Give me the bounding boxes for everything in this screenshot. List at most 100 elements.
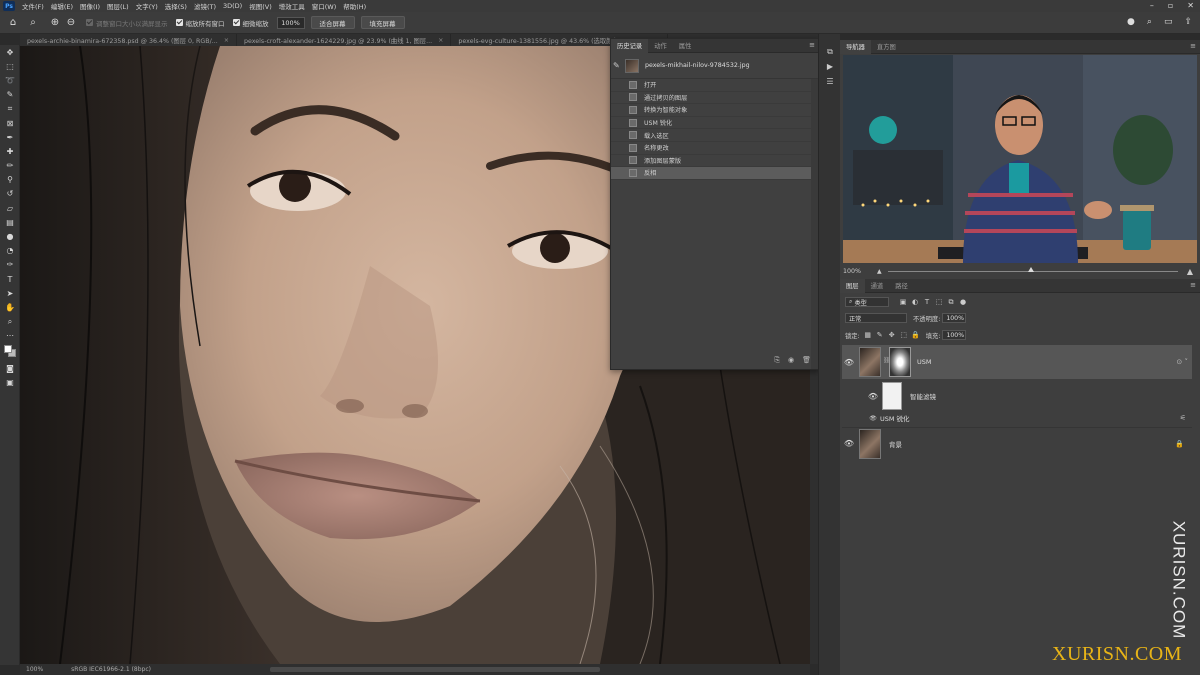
history-step[interactable]: 载入选区 — [611, 129, 819, 142]
panel-menu-icon[interactable]: ≡ — [1190, 42, 1196, 50]
filter-type-icon[interactable]: T — [923, 298, 931, 306]
zoom-out-small-icon[interactable]: ▲ — [877, 268, 882, 275]
share-icon[interactable]: ⇪ — [1184, 17, 1192, 27]
move-tool-icon[interactable]: ✥ — [0, 45, 20, 59]
filter-adjustment-icon[interactable]: ◐ — [911, 298, 919, 306]
history-step[interactable]: 添加图层蒙版 — [611, 155, 819, 168]
panel-menu-icon[interactable]: ≡ — [1190, 281, 1196, 289]
resize-windows-checkbox[interactable] — [86, 19, 93, 26]
tab-navigator[interactable]: 导航器 — [840, 39, 871, 54]
history-snapshot[interactable]: ✎ pexels-mikhail-nilov-9784532.jpg — [611, 53, 819, 79]
zoom-all-windows-option[interactable]: 缩放所有窗口 — [175, 18, 225, 28]
menu-edit[interactable]: 编辑(E) — [51, 1, 73, 11]
navigator-preview[interactable] — [843, 55, 1197, 263]
zoom-percent-field[interactable]: 100% — [276, 16, 305, 29]
foreground-color-swatch[interactable] — [4, 344, 12, 353]
delete-trash-icon[interactable]: 🗑 — [802, 356, 811, 365]
scrubby-zoom-checkbox[interactable] — [232, 19, 240, 26]
scroll-thumb[interactable] — [270, 667, 600, 672]
lock-artboard-icon[interactable]: ⬚ — [900, 331, 908, 339]
status-zoom[interactable]: 100% — [26, 666, 43, 673]
history-step[interactable]: 转换为智能对象 — [611, 104, 819, 117]
smart-filter-mask-thumbnail[interactable] — [882, 382, 902, 410]
frame-tool-icon[interactable]: ⊠ — [0, 116, 20, 130]
close-tab-icon[interactable]: × — [438, 37, 443, 44]
maximize-icon[interactable]: ▫ — [1168, 1, 1173, 10]
new-document-from-state-icon[interactable]: ⎘ — [774, 356, 780, 365]
visibility-eye-icon[interactable]: 👁 — [842, 439, 856, 448]
tab-paths[interactable]: 路径 — [889, 279, 914, 293]
lock-transparent-icon[interactable]: ▦ — [864, 331, 872, 339]
navigator-zoom-value[interactable]: 100% — [843, 268, 861, 275]
gradient-tool-icon[interactable]: ▤ — [0, 215, 20, 229]
menu-help[interactable]: 帮助(H) — [343, 1, 366, 11]
zoom-out-icon[interactable]: ⊖ — [64, 16, 78, 30]
doc-tab-2[interactable]: pexels-croft-alexander-1624229.jpg @ 23.… — [237, 34, 452, 46]
quick-select-tool-icon[interactable]: ✎ — [0, 88, 20, 102]
menu-image[interactable]: 图像(I) — [80, 1, 100, 11]
menu-window[interactable]: 窗口(W) — [312, 1, 337, 11]
layer-row-usm[interactable]: 👁 ⛓ USM ⊙ ˅ — [842, 345, 1192, 379]
fill-screen-button[interactable]: 填充屏幕 — [360, 16, 405, 29]
horizontal-scrollbar[interactable] — [90, 667, 795, 672]
layer-name[interactable]: USM — [917, 358, 932, 366]
history-step[interactable]: 打开 — [611, 79, 819, 92]
hand-tool-icon[interactable]: ✋ — [0, 300, 20, 314]
user-icon[interactable]: ● — [1127, 17, 1135, 27]
history-step[interactable]: USM 锐化 — [611, 117, 819, 130]
menu-3d[interactable]: 3D(D) — [223, 2, 242, 10]
visibility-eye-icon[interactable]: 👁 — [866, 392, 880, 401]
layer-row-smart-filters[interactable]: 👁 智能滤镜 — [842, 381, 1192, 411]
history-brush-source-icon[interactable]: ✎ — [613, 61, 623, 70]
history-step[interactable]: 通过拷贝的图层 — [611, 92, 819, 105]
eyedropper-tool-icon[interactable]: ✒ — [0, 130, 20, 144]
filter-blending-options-icon[interactable]: ⚟ — [1180, 414, 1186, 422]
menu-file[interactable]: 文件(F) — [22, 1, 44, 11]
tab-properties[interactable]: 属性 — [673, 39, 698, 53]
search-icon[interactable]: ⌕ — [1147, 17, 1152, 27]
zoom-all-checkbox[interactable] — [175, 19, 183, 26]
history-panel-icon[interactable]: ⧉ — [819, 44, 841, 59]
history-step-selected[interactable]: 反相 — [611, 167, 819, 180]
tab-histogram[interactable]: 直方图 — [871, 40, 902, 54]
zoom-in-icon[interactable]: ⊕ — [48, 16, 62, 30]
lock-pixels-icon[interactable]: ✎ — [876, 331, 884, 339]
mask-link-icon[interactable]: ⛓ — [883, 357, 891, 367]
blur-tool-icon[interactable]: ● — [0, 229, 20, 243]
opacity-field[interactable]: 100% — [942, 313, 967, 323]
layer-row-background[interactable]: 👁 背景 🔒 — [842, 427, 1192, 459]
brush-tool-icon[interactable]: ✏ — [0, 159, 20, 173]
minimize-icon[interactable]: – — [1150, 1, 1154, 10]
layer-filter-dropdown[interactable]: ⌕ 类型 — [845, 297, 889, 307]
crop-tool-icon[interactable]: ⌗ — [0, 102, 20, 116]
fill-field[interactable]: 100% — [942, 330, 967, 340]
workspace-icon[interactable]: ▭ — [1164, 17, 1173, 27]
eraser-tool-icon[interactable]: ▱ — [0, 201, 20, 215]
healing-brush-icon[interactable]: ✚ — [0, 144, 20, 158]
menu-type[interactable]: 文字(Y) — [136, 1, 158, 11]
blend-mode-dropdown[interactable]: 正常 — [845, 313, 907, 323]
marquee-tool-icon[interactable]: ⬚ — [0, 59, 20, 73]
more-tools-icon[interactable]: ⋯ — [0, 329, 20, 343]
lasso-tool-icon[interactable]: ➰ — [0, 73, 20, 87]
close-tab-icon[interactable]: × — [224, 37, 229, 44]
lock-all-icon[interactable]: 🔒 — [911, 331, 920, 339]
layer-mask-thumbnail[interactable] — [889, 347, 911, 377]
history-step[interactable]: 名称更改 — [611, 142, 819, 155]
close-icon[interactable]: ✕ — [1187, 1, 1194, 10]
menu-plugins[interactable]: 增效工具 — [279, 1, 305, 11]
history-brush-icon[interactable]: ↺ — [0, 187, 20, 201]
menu-layer[interactable]: 图层(L) — [107, 1, 129, 11]
zoom-tool-sidebar-icon[interactable]: ⌕ — [0, 315, 20, 329]
pen-tool-icon[interactable]: ✑ — [0, 258, 20, 272]
zoom-tool-icon[interactable]: ⌕ — [26, 16, 40, 30]
panel-menu-icon[interactable]: ≡ — [809, 41, 815, 49]
layer-name[interactable]: 背景 — [889, 439, 902, 449]
dodge-tool-icon[interactable]: ◔ — [0, 244, 20, 258]
resize-windows-option[interactable]: 调整窗口大小以满屏显示 — [86, 18, 168, 28]
layer-row-filter-usm[interactable]: 👁 USM 锐化 ⚟ — [842, 412, 1192, 424]
filter-smart-object-icon[interactable]: ⧉ — [947, 298, 955, 306]
properties-sliders-icon[interactable]: ☰ — [819, 74, 841, 89]
tab-actions[interactable]: 动作 — [648, 39, 673, 53]
snapshot-camera-icon[interactable]: ◉ — [788, 356, 794, 365]
